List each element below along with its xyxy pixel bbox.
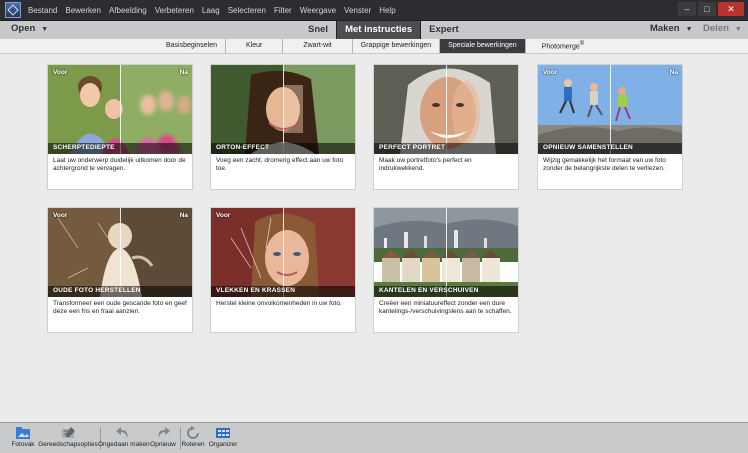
card-kantelen-en-verschuiven[interactable]: KANTELEN EN VERSCHUIVEN Creëer een minia… [373, 207, 519, 333]
minimize-button[interactable]: – [678, 2, 696, 16]
card-description: Creëer een miniatuureffect zonder een du… [379, 300, 512, 316]
task-bar: Fotovak Gereedschapsopties Ongedaan make… [0, 422, 748, 453]
photo-bin-icon [15, 426, 31, 440]
delen-button[interactable]: Delen ▼ [703, 23, 742, 34]
card-title: VLEKKEN EN KRASSEN [216, 287, 296, 294]
before-after-divider [446, 208, 447, 297]
before-label: Voor [216, 212, 231, 219]
before-label: Voor [53, 212, 68, 219]
card-description: Herstel kleine onvolkomenheden in uw fot… [216, 300, 342, 307]
card-title: ORTON-EFFECT [216, 144, 270, 151]
photomerge-label: Photomerge [541, 43, 580, 51]
guided-category-nav: Basisbeginselen Kleur Zwart-wit Grappige… [0, 39, 748, 54]
before-after-divider [610, 65, 611, 154]
undo-label: Ongedaan maken [98, 441, 150, 448]
menu-verbeteren[interactable]: Verbeteren [155, 6, 194, 15]
before-after-divider [446, 65, 447, 154]
card-opnieuw-samenstellen[interactable]: Voor Na OPNIEUW SAMENSTELLEN Wijzig gema… [537, 64, 683, 190]
rotate-icon [185, 426, 201, 440]
before-after-divider [120, 65, 121, 154]
category-grappige-bewerkingen[interactable]: Grappige bewerkingen [353, 39, 441, 53]
menu-help[interactable]: Help [379, 6, 395, 15]
card-title: KANTELEN EN VERSCHUIVEN [379, 287, 479, 294]
card-description: Maak uw portretfoto's perfect en indrukw… [379, 157, 472, 173]
undo-icon [115, 426, 131, 440]
menu-bar: Bestand Bewerken Afbeelding Verbeteren L… [0, 0, 748, 21]
category-basisbeginselen[interactable]: Basisbeginselen [158, 39, 226, 53]
restore-button[interactable]: □ [698, 2, 716, 16]
after-label: Na [669, 69, 678, 76]
delen-label: Delen [703, 23, 729, 34]
registered-mark: ® [579, 41, 585, 48]
mode-tabs: Snel Met instructies Expert [300, 21, 467, 39]
rotate-label: Roteren [181, 441, 205, 448]
open-label: Open [11, 23, 36, 34]
card-title: OPNIEUW SAMENSTELLEN [543, 144, 633, 151]
gereedschapsopties-button[interactable]: Gereedschapsopties [38, 426, 98, 448]
category-photomerge[interactable]: Photomerge® [526, 37, 601, 54]
window-controls: – □ ✕ [678, 2, 744, 16]
menu-selecteren[interactable]: Selecteren [228, 6, 266, 15]
caret-down-icon: ▼ [734, 26, 742, 33]
card-vlekken-en-krassen[interactable]: Voor VLEKKEN EN KRASSEN Herstel kleine o… [210, 207, 356, 333]
redo-icon [155, 426, 171, 440]
menu-bewerken[interactable]: Bewerken [65, 6, 101, 15]
close-button[interactable]: ✕ [718, 2, 744, 16]
after-label: Na [179, 69, 188, 76]
fotovak-button[interactable]: Fotovak [8, 426, 38, 448]
card-description: Voeg een zacht, dromerig effect aan uw f… [216, 157, 344, 173]
card-orton-effect[interactable]: ORTON-EFFECT Voeg een zacht, dromerig ef… [210, 64, 356, 190]
tab-expert[interactable]: Expert [421, 21, 467, 39]
mode-bar: Open ▼ Snel Met instructies Expert Maken ▼… [0, 21, 748, 40]
menu-weergave[interactable]: Weergave [300, 6, 336, 15]
card-description: Transformeer een oude gescande foto en g… [53, 300, 187, 316]
tool-options-icon [60, 426, 76, 440]
before-after-divider [283, 65, 284, 154]
maken-button[interactable]: Maken ▼ [650, 23, 693, 34]
undo-button[interactable]: Ongedaan maken [98, 426, 150, 448]
category-kleur[interactable]: Kleur [226, 39, 284, 53]
app-logo-icon [5, 2, 21, 18]
gereedschapsopties-label: Gereedschapsopties [38, 441, 98, 448]
open-button[interactable]: Open ▼ [11, 23, 48, 34]
before-after-divider [283, 208, 284, 297]
rotate-button[interactable]: Roteren [180, 426, 206, 448]
redo-button[interactable]: Opnieuw [150, 426, 176, 448]
card-description: Wijzig gemakkelijk het formaat van uw fo… [543, 157, 666, 173]
tab-snel[interactable]: Snel [300, 21, 336, 39]
caret-down-icon: ▼ [685, 26, 693, 33]
organizer-label: Organizer [208, 441, 238, 448]
menu-filter[interactable]: Filter [274, 6, 292, 15]
menu: Bestand Bewerken Afbeelding Verbeteren L… [28, 0, 404, 20]
card-title: SCHERPTEDIEPTE [53, 144, 115, 151]
card-perfect-portret[interactable]: PERFECT PORTRET Maak uw portretfoto's pe… [373, 64, 519, 190]
before-label: Voor [53, 69, 68, 76]
caret-down-icon: ▼ [41, 26, 49, 33]
tab-met-instructies[interactable]: Met instructies [336, 21, 422, 39]
maken-label: Maken [650, 23, 680, 34]
menu-venster[interactable]: Venster [344, 6, 371, 15]
category-zwart-wit[interactable]: Zwart-wit [283, 39, 353, 53]
redo-label: Opnieuw [150, 441, 176, 448]
card-scherptediepte[interactable]: Voor Na SCHERPTEDIEPTE Laat uw onderwerp… [47, 64, 193, 190]
fotovak-label: Fotovak [11, 441, 35, 448]
category-speciale-bewerkingen[interactable]: Speciale bewerkingen [440, 39, 526, 53]
organizer-button[interactable]: Organizer [208, 426, 238, 448]
card-title: OUDE FOTO HERSTELLEN [53, 287, 141, 294]
organizer-icon [215, 426, 231, 440]
before-after-divider [120, 208, 121, 297]
card-description: Laat uw onderwerp duidelijk uitkomen doo… [53, 157, 186, 173]
menu-bestand[interactable]: Bestand [28, 6, 57, 15]
card-oude-foto-herstellen[interactable]: Voor Na OUDE FOTO HERSTELLEN Transformee… [47, 207, 193, 333]
guided-edits-panel: Voor Na SCHERPTEDIEPTE Laat uw onderwerp… [0, 54, 748, 422]
card-title: PERFECT PORTRET [379, 144, 446, 151]
after-label: Na [179, 212, 188, 219]
before-label: Voor [543, 69, 558, 76]
menu-laag[interactable]: Laag [202, 6, 220, 15]
menu-afbeelding[interactable]: Afbeelding [109, 6, 147, 15]
